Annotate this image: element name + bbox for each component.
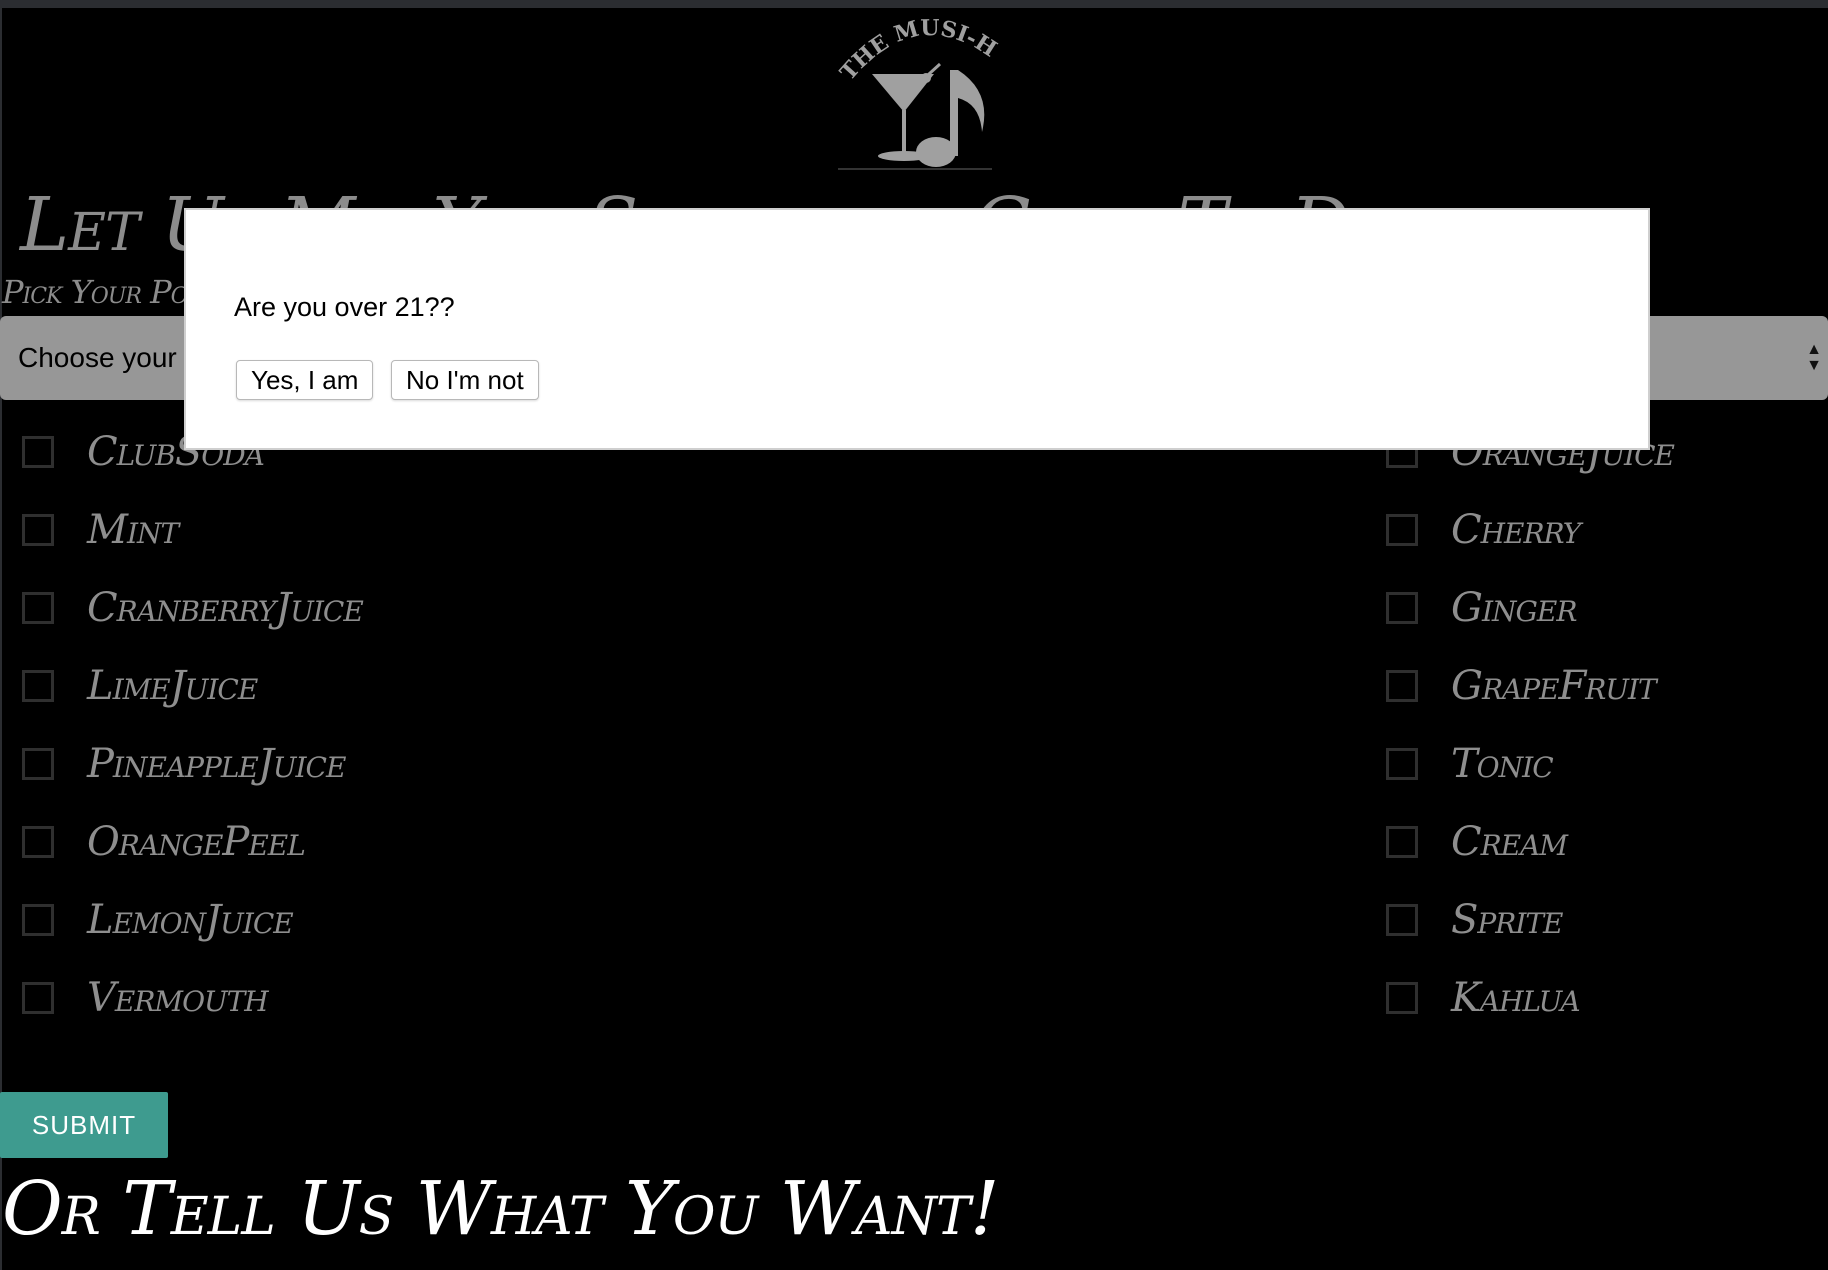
ingredient-item[interactable]: LimeJuice [22, 663, 258, 709]
ingredient-item[interactable]: GrapeFruit [1386, 663, 1657, 709]
ingredient-item[interactable]: Sprite [1386, 900, 1563, 940]
ingredient-label: GrapeFruit [1451, 663, 1657, 709]
ingredient-checkbox[interactable] [22, 592, 54, 624]
ingredient-label: Sprite [1451, 897, 1563, 943]
ingredient-item[interactable]: Tonic [1386, 741, 1554, 787]
ingredient-checkbox[interactable] [22, 904, 54, 936]
ingredient-checkbox[interactable] [1386, 982, 1418, 1014]
yes-button[interactable]: Yes, I am [236, 360, 374, 400]
ingredient-checkbox[interactable] [22, 982, 54, 1014]
age-question: Are you over 21?? [234, 292, 455, 322]
ingredient-label: CranberryJuice [87, 585, 364, 631]
ingredient-item[interactable]: Kahlua [1386, 975, 1581, 1021]
browser-top-bar [0, 0, 1828, 8]
ingredient-checkbox[interactable] [1386, 514, 1418, 546]
ingredient-checkbox[interactable] [1386, 826, 1418, 858]
ingredient-item[interactable]: LemonJuice [22, 897, 294, 943]
ingredient-label: Ginger [1451, 585, 1577, 631]
ingredient-item[interactable]: Cream [1386, 819, 1568, 865]
ingredient-checkbox[interactable] [22, 748, 54, 780]
ingredient-label: Cherry [1451, 507, 1581, 553]
submit-button[interactable]: SUBMIT [0, 1092, 168, 1158]
ingredient-item[interactable]: Ginger [1386, 585, 1577, 631]
ingredient-label: Cream [1451, 819, 1568, 865]
ingredient-checkbox[interactable] [1386, 904, 1418, 936]
ingredient-checkbox[interactable] [1386, 670, 1418, 702]
ingredient-item[interactable]: OrangePeel [22, 819, 306, 865]
ingredient-label: Tonic [1451, 741, 1554, 787]
ingredient-item[interactable]: Mint [22, 507, 179, 553]
ingredient-label: OrangePeel [87, 819, 306, 865]
ingredient-checkbox[interactable] [22, 436, 54, 468]
ingredient-item[interactable]: CranberryJuice [22, 585, 364, 631]
ingredient-label: PineappleJuice [87, 741, 346, 787]
ingredient-item[interactable]: PineappleJuice [22, 741, 346, 787]
ingredient-label: LemonJuice [87, 897, 294, 943]
left-edge [0, 8, 2, 1270]
ingredient-item[interactable]: Vermouth [22, 975, 269, 1021]
ingredient-label: Mint [87, 507, 179, 553]
ingredient-checkbox[interactable] [22, 826, 54, 858]
ingredient-checkbox[interactable] [1386, 592, 1418, 624]
ingredient-label: Vermouth [87, 975, 269, 1021]
ingredient-label: Kahlua [1451, 975, 1581, 1021]
ingredient-item[interactable]: Cherry [1386, 507, 1581, 553]
ingredient-label: LimeJuice [87, 663, 258, 709]
musi-holic-logo: THE MUSI-HOLIC [832, 12, 1001, 170]
no-button[interactable]: No I'm not [391, 360, 539, 400]
ingredient-checkbox[interactable] [22, 670, 54, 702]
spirit-select-value: Choose your [18, 342, 177, 373]
select-arrows-icon: ▲ ▼ [1806, 341, 1822, 374]
ingredient-checkbox[interactable] [1386, 748, 1418, 780]
age-verification-dialog: Are you over 21?? Yes, I am No I'm not [184, 208, 1650, 450]
ingredient-checkbox[interactable] [22, 514, 54, 546]
footer-title: Or Tell Us What You Want! [2, 1166, 999, 1252]
